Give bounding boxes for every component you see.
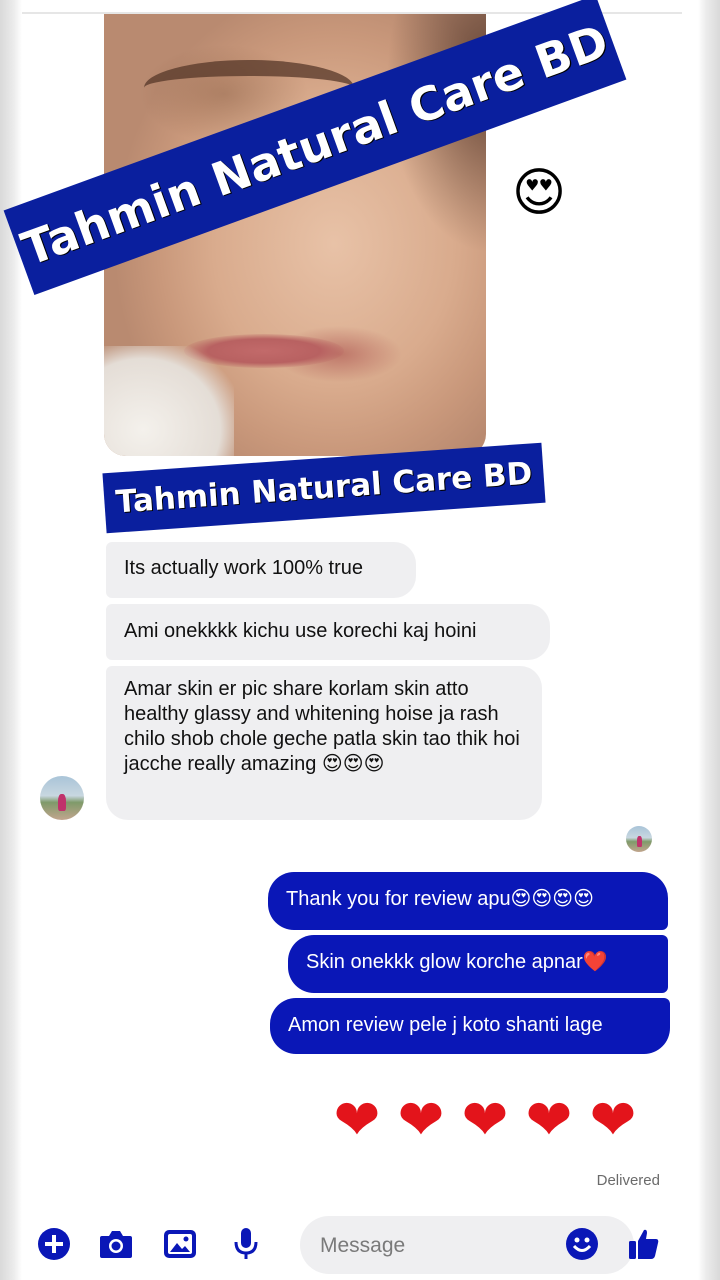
seen-avatar (626, 826, 652, 852)
heart-emoji: ❤ (589, 1088, 637, 1151)
delivered-status: Delivered (596, 1172, 660, 1189)
received-message[interactable]: Ami onekkkk kichu use korechi kaj hoini (106, 604, 550, 660)
sender-avatar[interactable] (40, 776, 84, 820)
microphone-icon[interactable] (228, 1226, 264, 1262)
sent-message[interactable]: Amon review pele j koto shanti lage (270, 998, 670, 1054)
thumbs-up-icon[interactable] (626, 1226, 662, 1262)
image-icon[interactable] (162, 1226, 198, 1262)
received-message[interactable]: Amar skin er pic share korlam skin atto … (106, 666, 542, 820)
heart-eyes-reaction[interactable]: 😍 (508, 164, 570, 222)
heart-emoji: ❤ (461, 1088, 509, 1151)
sent-message[interactable]: Skin onekkk glow korche apnar❤️ (288, 935, 668, 993)
received-message[interactable]: Its actually work 100% true (106, 542, 416, 598)
photo-cloth (104, 346, 234, 456)
hearts-message[interactable]: ❤ ❤ ❤ ❤ ❤ (326, 1088, 656, 1158)
sent-message[interactable]: Thank you for review apu😍😍😍😍 (268, 872, 668, 930)
camera-icon[interactable] (98, 1226, 134, 1262)
message-composer: Message (22, 1208, 698, 1280)
heart-emoji: ❤ (397, 1088, 445, 1151)
emoji-icon[interactable] (564, 1226, 600, 1262)
heart-emoji: ❤ (525, 1088, 573, 1151)
message-placeholder: Message (320, 1234, 406, 1257)
plus-icon[interactable] (36, 1226, 72, 1262)
heart-emoji: ❤ (333, 1088, 381, 1151)
